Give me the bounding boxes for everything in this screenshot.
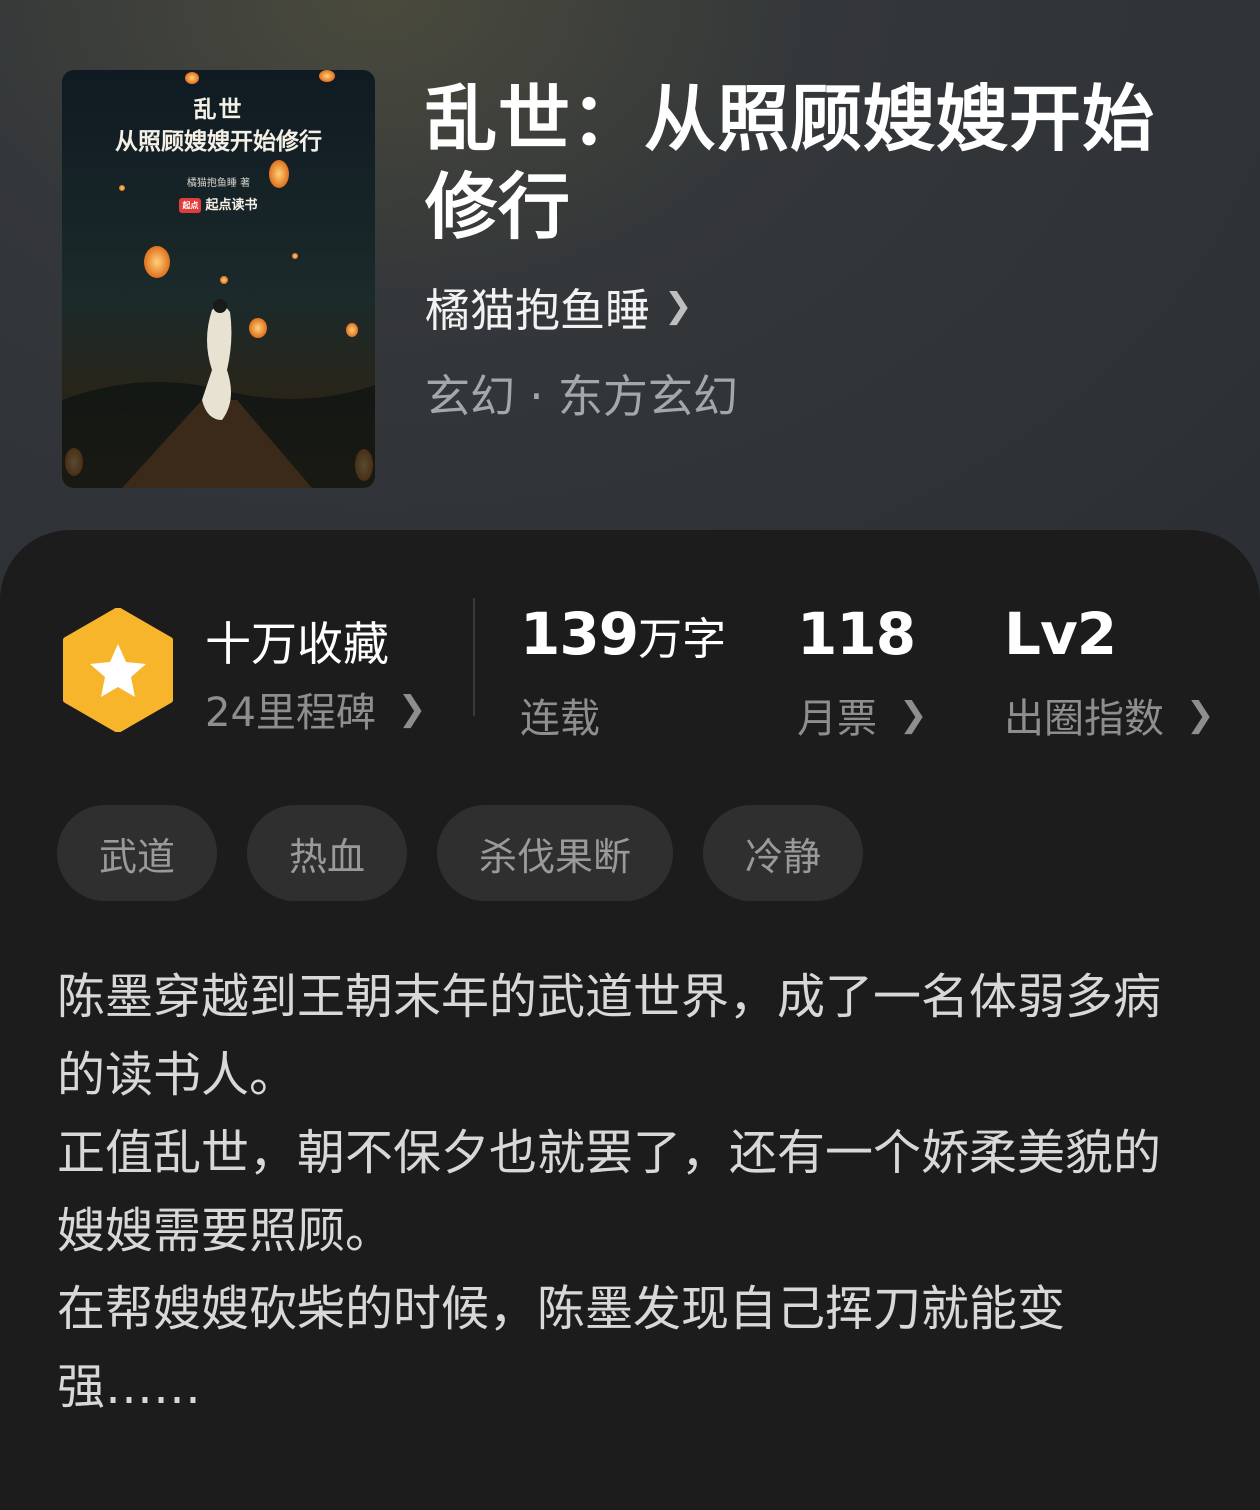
stats-divider bbox=[473, 598, 475, 716]
description-paragraph: 正值乱世，朝不保夕也就罢了，还有一个娇柔美貌的嫂嫂需要照顾。 bbox=[57, 1125, 1162, 1259]
chevron-right-icon: ❯ bbox=[899, 695, 928, 735]
popularity-index-link[interactable]: 出圈指数 ❯ bbox=[1004, 686, 1215, 744]
tag-chip[interactable]: 杀伐果断 bbox=[437, 805, 674, 901]
author-name: 橘猫抱鱼睡 bbox=[425, 283, 651, 337]
tag-chip[interactable]: 武道 bbox=[57, 805, 218, 901]
cover-author: 橘猫抱鱼睡 著 bbox=[186, 178, 251, 189]
level: Lv2 bbox=[1004, 600, 1117, 668]
word-count-unit: 万字 bbox=[638, 614, 727, 665]
monthly-tickets-label: 月票 bbox=[797, 696, 877, 742]
word-count: 139万字 bbox=[520, 600, 726, 668]
level-number: Lv2 bbox=[1004, 600, 1117, 668]
popularity-index-label: 出圈指数 bbox=[1004, 696, 1164, 742]
description-paragraph: 在帮嫂嫂砍柴的时候，陈墨发现自己挥刀就能变强…… bbox=[57, 1281, 1066, 1415]
monthly-tickets: 118 bbox=[797, 600, 916, 668]
word-count-number: 139 bbox=[520, 600, 639, 668]
cover-subtitle: 从照顾嫂嫂开始修行 bbox=[115, 128, 322, 155]
serial-status: 连载 bbox=[520, 696, 600, 742]
genre-label: 玄幻 · 东方玄幻 bbox=[425, 370, 738, 423]
description-paragraph: 陈墨穿越到王朝末年的武道世界，成了一名体弱多病的读书人。 bbox=[57, 969, 1162, 1103]
monthly-tickets-number: 118 bbox=[797, 600, 916, 668]
chevron-right-icon: ❯ bbox=[664, 286, 693, 326]
cover-brand: 起点 起点读书 bbox=[62, 194, 375, 213]
author-link[interactable]: 橘猫抱鱼睡 ❯ bbox=[425, 276, 693, 337]
tag-chip[interactable]: 冷静 bbox=[703, 805, 864, 901]
tag-list: 武道 热血 杀伐果断 冷静 bbox=[57, 805, 864, 901]
brand-logo-icon: 起点 bbox=[179, 198, 202, 213]
chevron-right-icon: ❯ bbox=[397, 689, 427, 729]
book-cover[interactable]: 乱世 从照顾嫂嫂开始修行 橘猫抱鱼睡 著 起点 起点读书 bbox=[62, 70, 375, 488]
milestone-label: 24里程碑 bbox=[205, 690, 376, 736]
cover-brand-label: 起点读书 bbox=[205, 198, 258, 213]
book-description[interactable]: 陈墨穿越到王朝末年的武道世界，成了一名体弱多病的读书人。 正值乱世，朝不保夕也就… bbox=[57, 958, 1207, 1426]
monthly-tickets-link[interactable]: 月票 ❯ bbox=[797, 686, 928, 744]
collection-label: 十万收藏 bbox=[205, 617, 389, 671]
book-title: 乱世：从照顾嫂嫂开始修行 bbox=[425, 76, 1156, 249]
cover-title: 乱世 bbox=[193, 96, 244, 123]
milestone-link[interactable]: 24里程碑 ❯ bbox=[205, 680, 426, 738]
star-hexagon-icon bbox=[63, 608, 173, 732]
tag-chip[interactable]: 热血 bbox=[247, 805, 408, 901]
chevron-right-icon: ❯ bbox=[1186, 695, 1215, 735]
